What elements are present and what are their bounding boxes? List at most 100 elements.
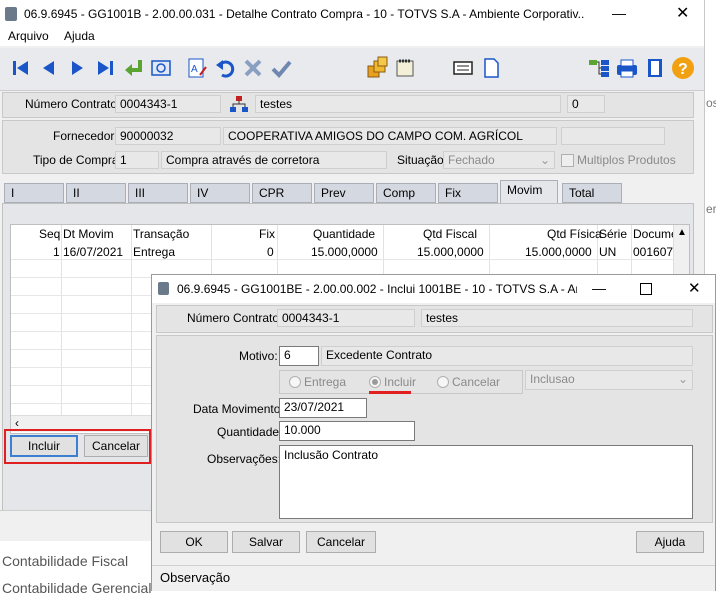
numero-contrato-label: Número Contrato: xyxy=(25,97,121,111)
col-header-dt-movim[interactable]: Dt Movim xyxy=(63,227,114,241)
contabilidade-fiscal-item[interactable]: Contabilidade Fiscal xyxy=(2,553,128,569)
dialog-title: 06.9.6945 - GG1001BE - 2.00.00.002 - Inc… xyxy=(177,282,577,296)
chevron-up-icon[interactable]: ▲ xyxy=(677,227,687,238)
col-header-serie[interactable]: Série xyxy=(599,227,627,241)
col-header-seq[interactable]: Seq xyxy=(39,227,60,241)
document-icon[interactable] xyxy=(478,55,504,81)
dialog-maximize-icon[interactable] xyxy=(640,283,652,295)
fornecedor-code-field[interactable]: 90000032 xyxy=(115,127,221,145)
radio-entrega[interactable] xyxy=(289,376,301,388)
incluir-button[interactable]: Incluir xyxy=(10,435,78,457)
data-movimento-input[interactable]: 23/07/2021 xyxy=(279,398,367,418)
org-structure-icon[interactable] xyxy=(227,94,251,114)
radio-incluir-label: Incluir xyxy=(384,375,417,389)
edit-icon[interactable]: A xyxy=(184,55,210,81)
tab-cpr[interactable]: CPR xyxy=(252,183,312,203)
tab-comp[interactable]: Comp xyxy=(376,183,436,203)
exit-icon[interactable] xyxy=(642,55,668,81)
contract-header-panel: Número Contrato: 0004343-1 testes 0 xyxy=(2,92,694,118)
delete-icon[interactable] xyxy=(240,55,266,81)
cell-seq: 1 xyxy=(53,245,60,259)
fornecedor-name-field[interactable]: COOPERATIVA AMIGOS DO CAMPO COM. AGRÍCOL xyxy=(223,127,557,145)
salvar-button[interactable]: Salvar xyxy=(232,531,300,553)
tab-prev[interactable]: Prev xyxy=(314,183,374,203)
inclui-dialog: 06.9.6945 - GG1001BE - 2.00.00.002 - Inc… xyxy=(151,274,716,591)
dialog-close-icon[interactable]: ✕ xyxy=(688,279,701,297)
radio-incluir[interactable] xyxy=(369,376,381,388)
chevron-left-icon[interactable]: ‹ xyxy=(15,416,19,430)
situacao-select[interactable]: Fechado ⌄ xyxy=(443,151,555,169)
view-icon[interactable] xyxy=(450,55,476,81)
close-icon[interactable]: ✕ xyxy=(676,3,689,23)
goto-icon[interactable] xyxy=(120,55,146,81)
confirm-icon[interactable] xyxy=(268,55,294,81)
next-record-icon[interactable] xyxy=(64,55,90,81)
ajuda-button[interactable]: Ajuda xyxy=(636,531,704,553)
cell-documento: 001607 xyxy=(633,245,673,259)
first-record-icon[interactable] xyxy=(8,55,34,81)
radio-cancelar[interactable] xyxy=(437,376,449,388)
svg-text:A: A xyxy=(191,64,198,75)
dialog-contract-panel: Número Contrato: 0004343-1 testes xyxy=(156,305,713,333)
previous-record-icon[interactable] xyxy=(36,55,62,81)
motivo-code-input[interactable]: 6 xyxy=(279,346,319,366)
tipo-select[interactable]: Inclusao ⌄ xyxy=(525,370,693,390)
menu-arquivo[interactable]: Arquivo xyxy=(8,29,49,43)
col-header-qtd-fisica[interactable]: Qtd Física xyxy=(547,227,602,241)
tab-iii[interactable]: III xyxy=(128,183,188,203)
incluir-underline-annotation xyxy=(369,391,411,394)
chevron-down-icon: ⌄ xyxy=(539,153,550,167)
col-header-qtd-fiscal[interactable]: Qtd Fiscal xyxy=(423,227,477,241)
copy-icon[interactable] xyxy=(364,55,390,81)
tab-fix[interactable]: Fix xyxy=(438,183,498,203)
col-header-transacao[interactable]: Transação xyxy=(133,227,189,241)
notes-icon[interactable] xyxy=(392,55,418,81)
radio-incluir-dot xyxy=(372,379,378,385)
edge-text-1: os xyxy=(706,96,716,110)
tab-movim[interactable]: Movim xyxy=(500,180,558,203)
tipo-compra-desc-field[interactable]: Compra através de corretora xyxy=(161,151,387,169)
tab-i[interactable]: I xyxy=(4,183,64,203)
chevron-down-icon: ⌄ xyxy=(677,372,688,386)
app-icon xyxy=(5,7,17,21)
fornecedor-label: Fornecedor: xyxy=(53,129,118,143)
col-header-documento[interactable]: Documen xyxy=(633,227,673,241)
dialog-minimize-icon[interactable]: — xyxy=(592,280,606,296)
tipo-compra-code-field[interactable]: 1 xyxy=(115,151,159,169)
fornecedor-extra-field[interactable] xyxy=(561,127,665,145)
col-header-quantidade[interactable]: Quantidade xyxy=(313,227,375,241)
svg-text:?: ? xyxy=(678,61,688,78)
tab-ii[interactable]: II xyxy=(66,183,126,203)
quantidade-input[interactable]: 10.000 xyxy=(279,421,415,441)
title-bar: 06.9.6945 - GG1001B - 2.00.00.031 - Deta… xyxy=(0,0,704,28)
contract-description-field[interactable]: testes xyxy=(255,95,561,113)
menu-ajuda[interactable]: Ajuda xyxy=(64,29,95,43)
help-icon[interactable]: ? xyxy=(670,55,696,81)
tab-total[interactable]: Total xyxy=(562,183,622,203)
observacoes-textarea[interactable]: Inclusão Contrato xyxy=(279,445,693,519)
motivo-desc-field[interactable]: Excedente Contrato xyxy=(321,346,693,366)
col-header-fix[interactable]: Fix xyxy=(259,227,275,241)
edge-text-2: er xyxy=(706,202,716,216)
radio-entrega-label: Entrega xyxy=(304,375,347,389)
contabilidade-gerencial-item[interactable]: Contabilidade Gerencial xyxy=(2,580,151,596)
cancelar-button[interactable]: Cancelar xyxy=(84,435,148,457)
menu-bar: Arquivo Ajuda xyxy=(0,28,704,46)
last-record-icon[interactable] xyxy=(92,55,118,81)
ok-button[interactable]: OK xyxy=(160,531,228,553)
undo-icon[interactable] xyxy=(212,55,238,81)
print-icon[interactable] xyxy=(614,55,640,81)
minimize-icon[interactable]: — xyxy=(612,5,626,21)
dialog-numero-contrato-field[interactable]: 0004343-1 xyxy=(277,309,415,327)
contract-counter-field[interactable]: 0 xyxy=(567,95,605,113)
cell-fix: 0 xyxy=(267,245,274,259)
cell-dt-movim: 16/07/2021 xyxy=(63,245,124,259)
numero-contrato-field[interactable]: 0004343-1 xyxy=(115,95,221,113)
dialog-description-field[interactable]: testes xyxy=(421,309,693,327)
search-icon[interactable] xyxy=(148,55,174,81)
multiplos-produtos-checkbox[interactable] xyxy=(561,154,574,167)
cell-quantidade: 15.000,0000 xyxy=(311,245,378,259)
hierarchy-icon[interactable] xyxy=(586,55,612,81)
tab-iv[interactable]: IV xyxy=(190,183,250,203)
dialog-cancelar-button[interactable]: Cancelar xyxy=(306,531,376,553)
